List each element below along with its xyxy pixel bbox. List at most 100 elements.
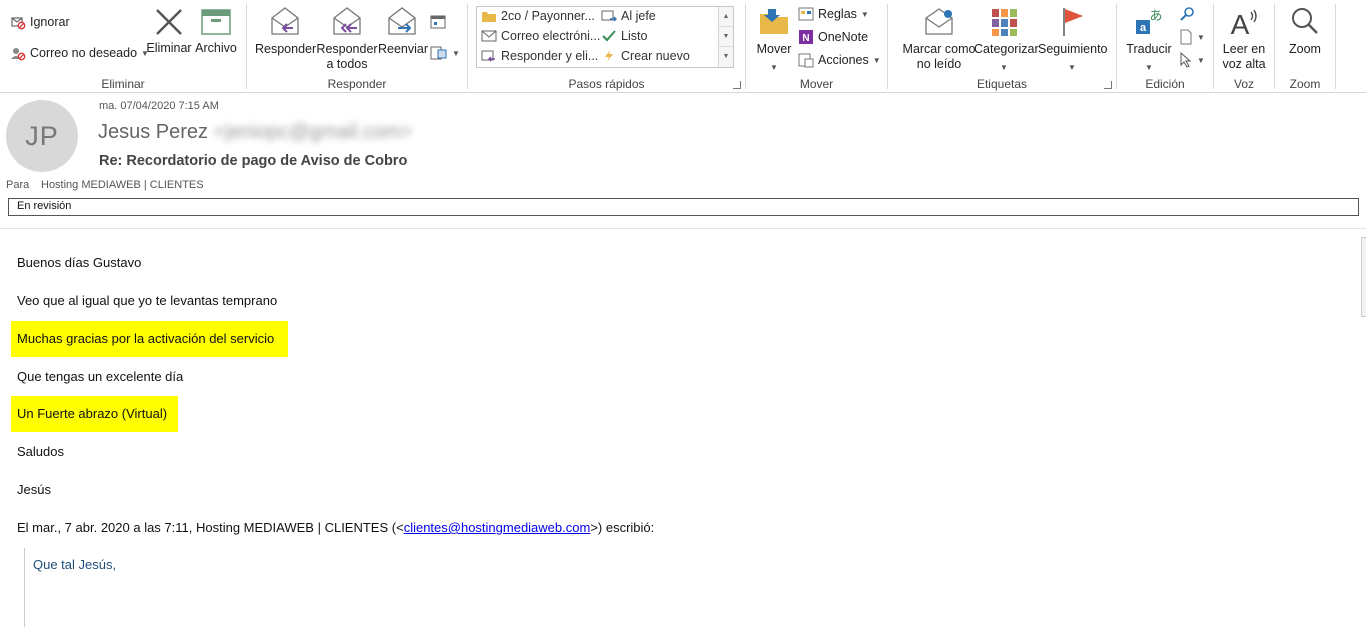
- document-icon: [1179, 29, 1193, 45]
- forward-icon: [386, 6, 418, 38]
- onenote-label: OneNote: [818, 30, 869, 44]
- find-icon: [1179, 6, 1195, 22]
- actions-label: Acciones: [818, 53, 869, 67]
- meeting-icon: [430, 14, 446, 30]
- archive-label: Archivo: [195, 41, 237, 55]
- followup-button[interactable]: Seguimiento ▼: [1038, 6, 1108, 75]
- chevron-down-icon: ▼: [770, 63, 778, 72]
- zoom-icon: [1289, 6, 1321, 38]
- actions-icon: [798, 52, 814, 68]
- zoom-label: Zoom: [1289, 42, 1321, 56]
- delete-button[interactable]: Eliminar: [146, 8, 192, 56]
- quoted-text: Que tal Jesús,: [33, 557, 117, 572]
- body-line: Que tengas un excelente día: [17, 369, 184, 384]
- reply-label: Responder: [255, 42, 317, 56]
- more-respond-button[interactable]: ▼: [430, 45, 460, 61]
- group-label-responder: Responder: [327, 77, 387, 91]
- group-edicion: aあ Traducir ▼ ▼ ▼ Edición: [1117, 0, 1213, 93]
- avatar[interactable]: JP: [6, 100, 78, 172]
- reply-email-link[interactable]: clientes@hostingmediaweb.com: [404, 520, 591, 535]
- group-mover: Mover ▼ Reglas ▼ N OneNote Acciones ▼ Mo…: [746, 0, 887, 93]
- status-banner: En revisión: [8, 198, 1359, 216]
- related-button[interactable]: ▼: [1179, 29, 1205, 45]
- archive-icon: [201, 8, 231, 36]
- flag-icon: [1059, 6, 1085, 38]
- categorize-icon: [990, 6, 1018, 38]
- onenote-icon: N: [798, 29, 814, 45]
- rules-button[interactable]: Reglas ▼: [798, 6, 869, 22]
- ignore-label: Ignorar: [30, 15, 70, 29]
- group-label-edicion: Edición: [1145, 77, 1185, 91]
- dialog-launcher-icon[interactable]: [733, 81, 741, 89]
- group-etiquetas: Marcar como no leído Categorizar ▼ Segui…: [888, 0, 1116, 93]
- reply-all-icon: [331, 6, 363, 38]
- chevron-down-icon: ▼: [860, 9, 869, 19]
- ignore-icon: [10, 14, 26, 30]
- select-button[interactable]: ▼: [1179, 52, 1205, 68]
- ribbon-divider: [1335, 4, 1336, 89]
- move-label: Mover: [756, 42, 792, 56]
- zoom-button[interactable]: Zoom: [1281, 6, 1329, 57]
- dialog-launcher-icon[interactable]: [1104, 81, 1112, 89]
- svg-text:あ: あ: [1149, 9, 1162, 24]
- svg-text:a: a: [1140, 22, 1147, 34]
- forward-button[interactable]: Reenviar: [378, 6, 429, 57]
- group-voz: A Leer en voz alta Voz: [1214, 0, 1274, 93]
- chevron-down-icon: ▼: [452, 48, 460, 58]
- quote-bar: [24, 548, 25, 627]
- chevron-down-icon: ▼: [1197, 55, 1205, 65]
- mark-unread-button[interactable]: Marcar como no leído: [894, 6, 984, 72]
- actions-button[interactable]: Acciones ▼: [798, 52, 881, 68]
- ignore-button[interactable]: Ignorar: [10, 14, 70, 30]
- sender-name[interactable]: Jesus Perez: [98, 121, 208, 143]
- translate-button[interactable]: aあ Traducir ▼: [1123, 6, 1175, 75]
- rules-label: Reglas: [818, 7, 857, 21]
- body-line: Buenos días Gustavo: [17, 255, 142, 270]
- chevron-down-icon: ▼: [1068, 63, 1076, 72]
- forward-label: Reenviar: [378, 42, 429, 56]
- reply-button[interactable]: Responder: [255, 6, 317, 57]
- move-button[interactable]: Mover ▼: [752, 6, 796, 75]
- reply-icon: [269, 6, 301, 38]
- body-line: Saludos: [17, 444, 64, 459]
- junk-button[interactable]: Correo no deseado ▼: [10, 45, 149, 61]
- sender-email[interactable]: <jeniopc@gmail.com>: [214, 121, 412, 143]
- categorize-button[interactable]: Categorizar ▼: [974, 6, 1039, 75]
- reply-all-button[interactable]: Responder a todos: [316, 6, 378, 72]
- header-divider: [0, 228, 1366, 229]
- onenote-button[interactable]: N OneNote: [798, 29, 868, 45]
- sender[interactable]: Jesus Perez <jeniopc@gmail.com>: [98, 121, 412, 144]
- read-aloud-label-1: Leer en: [1222, 42, 1266, 56]
- group-label-pasos-rapidos: Pasos rápidos: [568, 77, 645, 91]
- reply-suffix: >) escribió:: [590, 520, 655, 535]
- rules-icon: [798, 6, 814, 22]
- body-line: Veo que al igual que yo te levantas temp…: [17, 293, 278, 308]
- junk-icon: [10, 45, 26, 61]
- group-responder: Responder Responder a todos Reenviar ▼ R…: [247, 0, 467, 93]
- archive-button[interactable]: Archivo: [194, 8, 238, 56]
- group-label-zoom: Zoom: [1289, 77, 1321, 91]
- ribbon: Ignorar Correo no deseado ▼ Eliminar Arc…: [0, 0, 1366, 93]
- chevron-down-icon: ▼: [1145, 63, 1153, 72]
- group-label-etiquetas: Etiquetas: [976, 77, 1028, 91]
- translate-icon: aあ: [1134, 6, 1164, 38]
- svg-text:A: A: [1231, 9, 1250, 38]
- body-line: Jesús: [17, 482, 51, 497]
- chevron-down-icon: ▼: [872, 55, 881, 65]
- body-scrollbar[interactable]: [1361, 237, 1366, 317]
- meeting-button[interactable]: [430, 14, 446, 30]
- to-recipient[interactable]: Hosting MEDIAWEB | CLIENTES: [41, 179, 204, 191]
- group-label-mover: Mover: [799, 77, 834, 91]
- reply-attribution: El mar., 7 abr. 2020 a las 7:11, Hosting…: [17, 520, 654, 535]
- message-date: ma. 07/04/2020 7:15 AM: [99, 100, 219, 112]
- group-zoom: Zoom Zoom: [1275, 0, 1335, 93]
- reply-all-label-2: a todos: [326, 57, 368, 71]
- group-pasos-rapidos: Pasos rápidos: [468, 0, 745, 93]
- to-label: Para: [6, 179, 30, 191]
- translate-label: Traducir: [1126, 42, 1172, 56]
- read-aloud-button[interactable]: A Leer en voz alta: [1218, 6, 1270, 72]
- delete-label: Eliminar: [146, 41, 192, 55]
- find-button[interactable]: [1179, 6, 1195, 22]
- delete-x-icon: [154, 8, 184, 36]
- mark-unread-label-1: Marcar como: [902, 42, 976, 56]
